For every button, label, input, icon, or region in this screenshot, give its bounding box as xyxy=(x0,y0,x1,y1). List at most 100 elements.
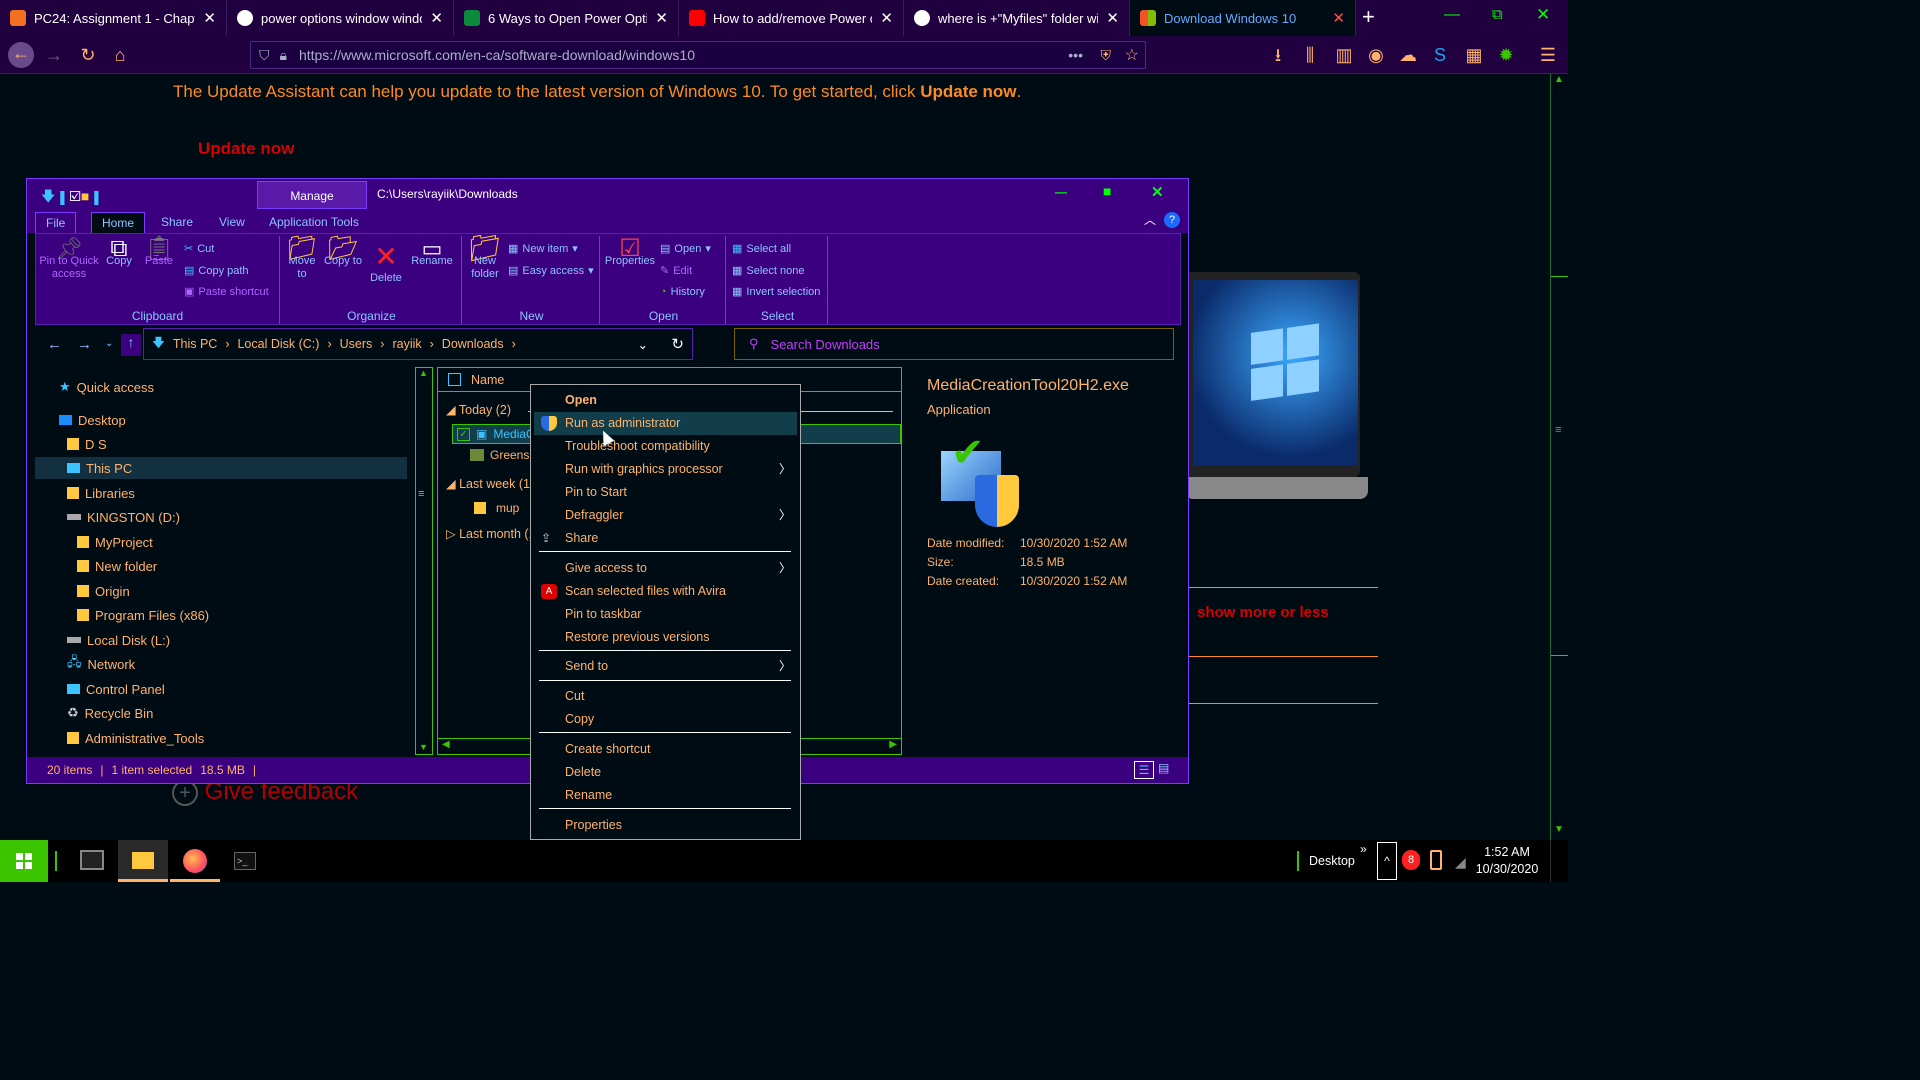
large-icons-view-icon[interactable]: ▤ xyxy=(1158,761,1169,775)
forward-button[interactable]: → xyxy=(42,44,66,66)
browser-tab[interactable]: How to add/remove Power op ✕ xyxy=(679,0,904,36)
scroll-up-icon[interactable]: ▲ xyxy=(419,368,428,378)
nav-local-disk-l[interactable]: Local Disk (L:) xyxy=(67,629,170,651)
new-tab-button[interactable]: + xyxy=(1362,4,1375,30)
delete-button[interactable]: ✕ Delete xyxy=(368,242,404,285)
menu-item-give-access[interactable]: Give access to 〉 xyxy=(534,557,797,580)
menu-item-cut[interactable]: Cut xyxy=(534,685,797,708)
restore-button[interactable]: ⧉ xyxy=(1492,6,1503,23)
nav-control-panel[interactable]: Control Panel xyxy=(67,678,165,700)
menu-item-properties[interactable]: Properties xyxy=(534,814,797,837)
invert-selection-button[interactable]: ▦ Invert selection xyxy=(732,285,820,299)
maximize-button[interactable]: ■ xyxy=(1103,183,1111,199)
more-actions-icon[interactable]: ••• xyxy=(1068,47,1083,63)
up-arrow-icon[interactable]: ↑ xyxy=(121,334,141,356)
nav-administrative-tools[interactable]: Administrative_Tools xyxy=(67,727,204,749)
recent-chevron-icon[interactable]: ⌄ xyxy=(105,338,113,349)
usb-tray-icon[interactable] xyxy=(1430,850,1442,870)
back-arrow-icon[interactable]: ← xyxy=(47,336,62,353)
group-header-last-week[interactable]: ◢ Last week (1) xyxy=(446,476,534,491)
new-item-button[interactable]: ▦ New item ▾ xyxy=(508,242,578,256)
menu-item-send-to[interactable]: Send to 〉 xyxy=(534,655,797,678)
edit-button[interactable]: ✎ Edit xyxy=(660,264,692,278)
close-icon[interactable]: ✕ xyxy=(1106,9,1119,27)
move-to-button[interactable]: 📁︎ Move to xyxy=(284,237,320,281)
quick-access-toolbar[interactable]: 🡇▮☑■▮ xyxy=(41,186,103,210)
paste-button[interactable]: 📋︎ Paste xyxy=(142,237,176,268)
copy-button[interactable]: ⧉ Copy xyxy=(102,237,136,268)
skype-icon[interactable]: S xyxy=(1428,44,1452,66)
show-more-link[interactable]: show more or less xyxy=(1197,604,1329,621)
menu-item-defraggler[interactable]: Defraggler 〉 xyxy=(534,504,797,527)
tab-share[interactable]: Share xyxy=(151,212,203,233)
nav-libraries[interactable]: Libraries xyxy=(67,482,135,504)
rename-button[interactable]: ▭ Rename xyxy=(408,238,456,268)
scroll-down-icon[interactable]: ▼ xyxy=(419,742,428,752)
pin-quick-access-button[interactable]: 📌︎ Pin to Quick access xyxy=(38,238,100,281)
group-header-last-month[interactable]: ▷ Last month (1 xyxy=(446,526,536,541)
menu-item-restore-versions[interactable]: Restore previous versions xyxy=(534,626,797,649)
breadcrumb-downloads[interactable]: Downloads xyxy=(442,337,504,351)
menu-item-scan-avira[interactable]: A Scan selected files with Avira xyxy=(534,580,797,603)
home-icon[interactable]: ⌂ xyxy=(108,44,132,66)
nav-d-s[interactable]: D S xyxy=(67,433,107,455)
search-box[interactable]: ⚲ Search Downloads xyxy=(734,328,1174,360)
close-icon[interactable]: ✕ xyxy=(880,9,893,27)
menu-item-rename[interactable]: Rename xyxy=(534,784,797,807)
cut-button[interactable]: ✂ Cut xyxy=(184,242,214,256)
library-icon[interactable]: ⫼ xyxy=(1298,44,1322,66)
file-explorer-taskbar-icon[interactable] xyxy=(118,840,168,882)
refresh-icon[interactable]: ↻ xyxy=(671,335,684,353)
chevron-down-icon[interactable]: ⌄ xyxy=(638,337,648,352)
firefox-taskbar-icon[interactable] xyxy=(170,840,220,882)
nav-origin[interactable]: Origin xyxy=(77,580,130,602)
extension-green-icon[interactable]: ✹ xyxy=(1494,44,1518,66)
nav-quick-access[interactable]: ★ Quick access xyxy=(59,376,154,398)
close-icon[interactable]: ✕ xyxy=(1332,9,1345,27)
menu-icon[interactable]: ☰ xyxy=(1536,44,1560,66)
clock[interactable]: 1:52 AM 10/30/2020 xyxy=(1472,844,1542,878)
nav-kingston[interactable]: KINGSTON (D:) xyxy=(67,506,180,528)
page-scrollbar[interactable]: ▲ ≡ ▼ xyxy=(1550,74,1568,840)
close-icon[interactable]: ✕ xyxy=(430,9,443,27)
notification-icon[interactable] xyxy=(1550,840,1568,882)
menu-item-share[interactable]: ⇪ Share xyxy=(534,527,797,550)
nav-recycle-bin[interactable]: ♻ Recycle Bin xyxy=(67,702,153,724)
breadcrumb-this-pc[interactable]: This PC xyxy=(173,337,217,351)
scroll-right-icon[interactable]: ▶ xyxy=(889,739,897,750)
nav-desktop[interactable]: Desktop xyxy=(59,409,126,431)
nav-network[interactable]: 🖧 Network xyxy=(67,653,135,675)
start-button[interactable] xyxy=(0,840,48,882)
tab-home[interactable]: Home xyxy=(91,212,146,233)
network-tray-icon[interactable]: ◢ xyxy=(1455,854,1466,871)
menu-item-delete[interactable]: Delete xyxy=(534,761,797,784)
easy-access-button[interactable]: ▤ Easy access ▾ xyxy=(508,264,594,278)
avast-tray-icon[interactable]: 8 xyxy=(1402,850,1420,870)
extension-icon[interactable]: ☁ xyxy=(1396,44,1420,66)
back-button[interactable]: ← xyxy=(8,42,34,68)
downloads-icon[interactable]: ⭳ xyxy=(1266,44,1290,66)
menu-item-open[interactable]: Open xyxy=(534,389,797,412)
scroll-up-icon[interactable]: ▲ xyxy=(1554,74,1564,85)
tab-application-tools[interactable]: Application Tools xyxy=(259,212,369,233)
close-icon[interactable]: ✕ xyxy=(203,9,216,27)
new-folder-button[interactable]: 📁︎ New folder xyxy=(466,235,504,281)
menu-item-troubleshoot[interactable]: Troubleshoot compatibility xyxy=(534,435,797,458)
close-window-button[interactable]: ✕ xyxy=(1536,5,1550,25)
close-icon[interactable]: ✕ xyxy=(655,9,668,27)
desktop-toolbar-label[interactable]: Desktop xyxy=(1309,854,1355,868)
scroll-thumb[interactable] xyxy=(1551,276,1568,656)
shield-icon[interactable]: ⛉ xyxy=(259,47,270,64)
sidebar-icon[interactable]: ▥ xyxy=(1332,44,1356,66)
browser-tab[interactable]: 6 Ways to Open Power Option ✕ xyxy=(454,0,679,36)
browser-tab-active[interactable]: Download Windows 10 ✕ xyxy=(1130,0,1356,36)
toolbar-chevron-icon[interactable]: » xyxy=(1360,842,1367,856)
update-now-button[interactable]: Update now xyxy=(198,139,294,159)
nav-new-folder[interactable]: New folder xyxy=(77,555,157,577)
browser-tab[interactable]: PC24: Assignment 1 - Chapter ✕ xyxy=(0,0,227,36)
task-view-icon[interactable] xyxy=(80,850,104,870)
name-column-header[interactable]: Name xyxy=(471,373,504,387)
nav-program-files[interactable]: Program Files (x86) xyxy=(77,604,209,626)
manage-tab[interactable]: Manage xyxy=(257,181,367,209)
scroll-left-icon[interactable]: ◀ xyxy=(442,739,450,750)
